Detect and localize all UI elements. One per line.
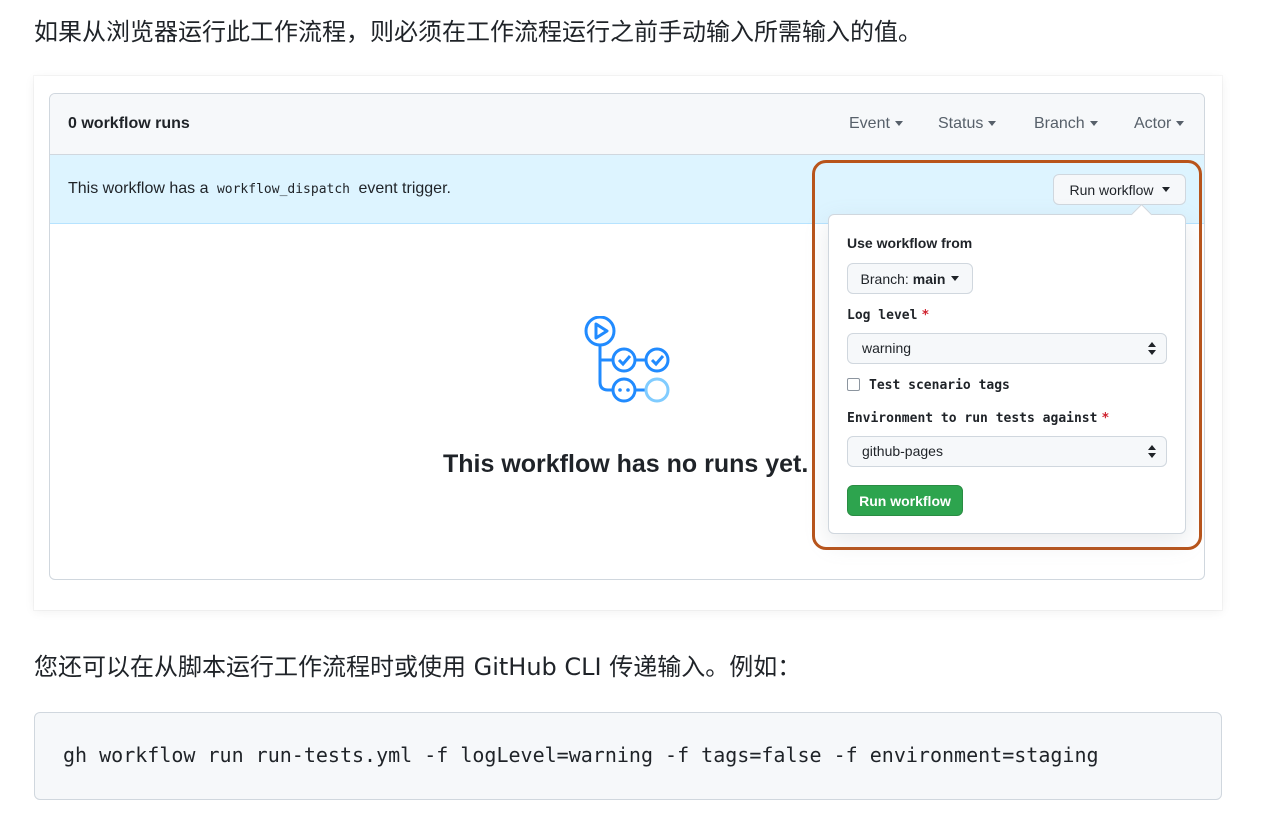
chevron-down-icon [951,276,960,281]
required-mark: * [921,308,930,323]
select-arrows-icon [1148,342,1156,355]
chevron-down-icon [1161,187,1170,192]
select-arrows-icon [1148,445,1156,458]
run-workflow-label: Run workflow [1069,181,1154,198]
intro-paragraph: 如果从浏览器运行此工作流程，则必须在工作流程运行之前手动输入所需输入的值。 [34,18,922,46]
filter-status[interactable]: Status [938,115,997,133]
workflow-graph-icon [584,316,670,403]
branch-value: main [912,270,946,287]
branch-prefix: Branch: [860,270,909,287]
run-workflow-dropdown-button[interactable]: Run workflow [1053,174,1186,205]
cli-paragraph: 您还可以在从脚本运行工作流程时或使用 GitHub CLI 传递输入。例如： [34,653,802,681]
environment-select[interactable]: github-pages [847,436,1167,467]
trigger-message: This workflow has a workflow_dispatch ev… [68,180,451,198]
runs-header: 0 workflow runs Event Status Branch Acto… [50,94,1204,155]
trigger-prefix: This workflow has a [68,180,209,197]
filter-status-label: Status [938,115,984,132]
environment-text: Environment to run tests against [847,411,1098,426]
chevron-down-icon [894,121,903,127]
runs-count: 0 workflow runs [68,115,190,132]
empty-state-title: This workflow has no runs yet. [443,450,809,478]
filter-branch[interactable]: Branch [1034,115,1098,133]
required-mark: * [1101,411,1110,426]
filter-event-label: Event [849,115,890,132]
test-scenario-tags-label: Test scenario tags [869,378,1010,393]
run-workflow-submit-button[interactable]: Run workflow [847,485,963,516]
filter-branch-label: Branch [1034,115,1085,132]
environment-label: Environment to run tests against * [847,411,1109,426]
filter-actor[interactable]: Actor [1134,115,1185,133]
chevron-down-icon [1176,121,1185,127]
log-level-text: Log level [847,308,918,323]
test-scenario-tags-checkbox[interactable] [847,378,860,391]
use-workflow-from-label: Use workflow from [847,235,973,251]
log-level-select[interactable]: warning [847,333,1167,364]
filter-actor-label: Actor [1134,115,1172,132]
trigger-suffix: event trigger. [358,180,451,197]
code-block: gh workflow run run-tests.yml -f logLeve… [34,712,1222,800]
run-workflow-dropdown: Use workflow from Branch: main Log level *… [828,214,1186,534]
log-level-label: Log level * [847,308,929,323]
branch-select-button[interactable]: Branch: main [847,263,973,294]
filter-event[interactable]: Event [849,115,903,133]
trigger-code: workflow_dispatch [216,182,351,197]
chevron-down-icon [1089,121,1098,127]
environment-value: github-pages [862,443,943,459]
log-level-value: warning [862,340,912,356]
cli-command: gh workflow run run-tests.yml -f logLeve… [63,743,1099,767]
chevron-down-icon [988,121,997,127]
